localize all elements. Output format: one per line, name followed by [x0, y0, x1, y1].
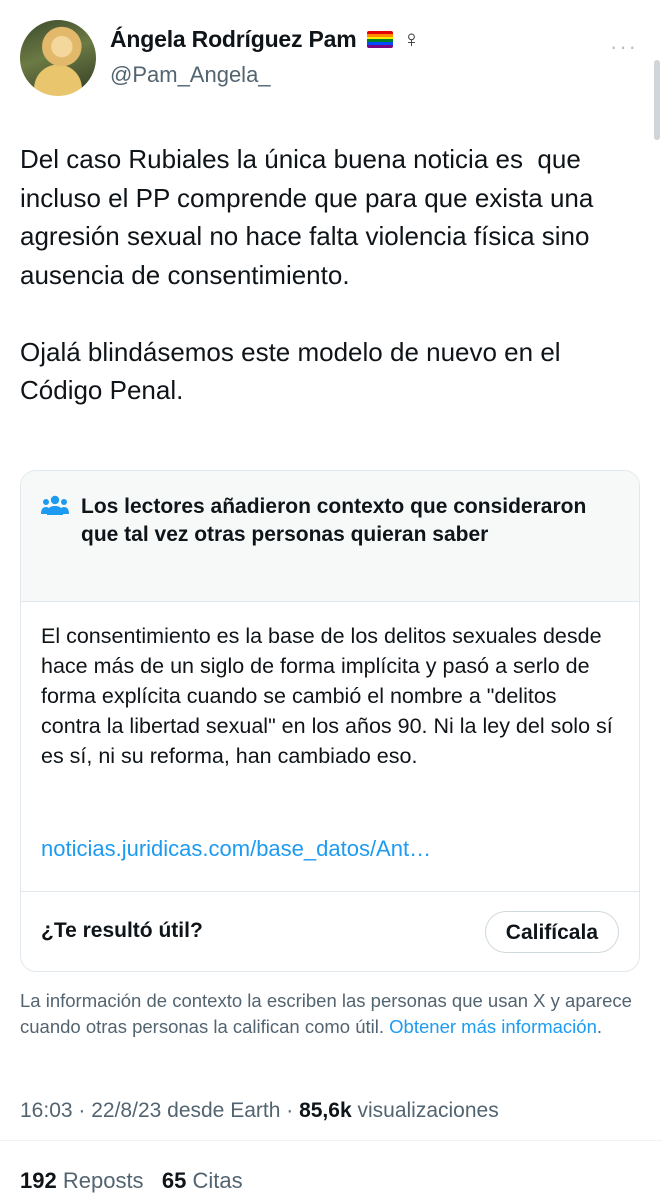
author-name-line: Ángela Rodríguez Pam ♀ [110, 26, 421, 53]
reposts-stat[interactable]: 192 Reposts [20, 1168, 144, 1193]
venus-symbol-icon: ♀ [402, 25, 421, 53]
divider [21, 891, 639, 892]
community-note-card: Los lectores añadieron contexto que cons… [20, 470, 640, 972]
info-link-suffix: . [596, 1016, 603, 1037]
quotes-label: Citas [192, 1168, 243, 1193]
reposts-count: 192 [20, 1168, 57, 1193]
tweet-time[interactable]: 16:03 [20, 1099, 73, 1122]
avatar[interactable] [20, 20, 96, 96]
context-info-text: La información de contexto la escriben l… [20, 988, 645, 1040]
reposts-label: Reposts [62, 1168, 144, 1193]
tweet-header: Ángela Rodríguez Pam ♀ @Pam_Angela_ ··· [20, 20, 642, 100]
community-note-header: Los lectores añadieron contexto que cons… [21, 471, 639, 602]
rainbow-flag-icon [366, 31, 393, 48]
meta-separator: · [280, 1099, 300, 1122]
tweet-text: Del caso Rubiales la única buena noticia… [20, 144, 594, 405]
tweet-source: desde Earth [161, 1099, 281, 1122]
user-handle[interactable]: @Pam_Angela_ [110, 62, 271, 88]
meta-separator: · [72, 1099, 92, 1122]
tweet-date[interactable]: 22/8/23 [91, 1099, 161, 1122]
community-note-body: El consentimiento es la base de los deli… [41, 624, 613, 768]
quotes-count: 65 [161, 1168, 187, 1193]
community-note-title: Los lectores añadieron contexto que cons… [81, 495, 587, 546]
tweet-stats: 192 Reposts 65 Citas [20, 1168, 243, 1194]
helpful-question: ¿Te resultó útil? [41, 919, 203, 942]
display-name[interactable]: Ángela Rodríguez Pam [110, 26, 357, 53]
quotes-stat[interactable]: 65 Citas [162, 1168, 243, 1193]
more-options-icon[interactable]: ··· [610, 34, 638, 60]
learn-more-link[interactable]: Obtener más información [389, 1016, 597, 1037]
views-count: 85,6k [299, 1099, 352, 1122]
divider [0, 1140, 662, 1141]
views-label: visualizaciones [351, 1099, 499, 1122]
scrollbar[interactable] [654, 60, 660, 140]
community-note-link[interactable]: noticias.juridicas.com/base_datos/Ant… [41, 836, 431, 862]
people-icon [41, 495, 69, 515]
tweet-meta: 16:03 · 22/8/23 desde Earth · 85,6k visu… [20, 1099, 499, 1123]
rate-note-button[interactable]: Califícala [484, 911, 619, 953]
